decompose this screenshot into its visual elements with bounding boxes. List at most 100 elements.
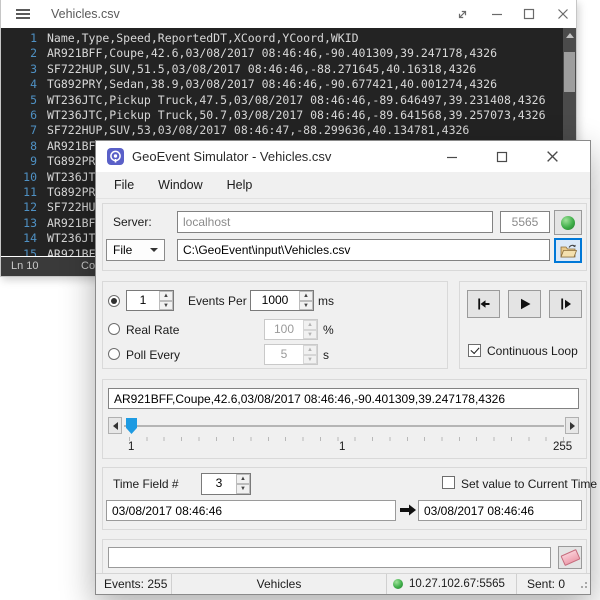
menu-file[interactable]: File [102,174,146,196]
spin-down-icon: ▼ [303,330,317,340]
events-count-value: 1 [127,291,159,310]
simulator-titlebar: GeoEvent Simulator - Vehicles.csv [96,141,590,172]
sent-count-status: Sent: 0 [516,574,578,594]
set-current-time-label: Set value to Current Time [461,477,597,491]
spinner-buttons: ▲▼ [236,474,250,494]
time-to-field[interactable]: 03/08/2017 08:46:46 [418,500,582,521]
spinner-buttons: ▲▼ [303,320,317,339]
menu-window[interactable]: Window [146,174,214,196]
poll-value: 5 [265,345,303,364]
menu-help[interactable]: Help [215,174,265,196]
continuous-loop-checkbox[interactable] [468,344,481,357]
close-icon[interactable] [536,141,568,172]
seconds-unit-label: s [323,348,329,362]
real-rate-value: 100 [265,320,303,339]
interval-spinner[interactable]: 1000 ▲▼ [250,290,314,311]
rate-group: 1 ▲▼ Events Per 1000 ▲▼ ms Real Rate 100… [102,281,448,369]
time-field-group: Time Field # 3 ▲▼ Set value to Current T… [102,467,587,530]
spin-up-icon[interactable]: ▲ [299,291,313,301]
minimize-icon[interactable] [484,0,510,28]
preview-group: AR921BFF,Coupe,42.6,03/08/2017 08:46:46,… [102,379,587,459]
percent-unit-label: % [323,323,334,337]
spinner-buttons: ▲▼ [159,291,173,310]
play-icon [517,296,533,312]
code-line: 3SF722HUP,SUV,51.5,03/08/2017 08:46:46,-… [1,62,576,77]
source-type-value: File [113,243,132,257]
maximize-icon[interactable] [516,0,542,28]
skip-to-start-icon [476,296,492,312]
playback-group: Continuous Loop [459,281,587,369]
time-field-spinner[interactable]: 3 ▲▼ [201,473,251,495]
scrollbar-thumb[interactable] [564,52,575,92]
arrow-right-icon [400,504,416,516]
server-host-input[interactable]: localhost [177,211,493,233]
play-button[interactable] [508,290,541,318]
poll-every-label: Poll Every [126,348,180,362]
poll-every-radio[interactable] [108,348,120,360]
endpoint-status: 10.27.102.67:5565 [386,574,516,594]
spinner-buttons: ▲▼ [303,345,317,364]
resize-grip[interactable] [578,579,588,589]
time-field-label: Time Field # [113,477,179,491]
spin-up-icon: ▲ [303,320,317,330]
source-type-dropdown[interactable]: File [106,239,165,261]
events-per-label: Events Per [188,294,247,308]
connection-status-icon [561,216,575,230]
spin-down-icon[interactable]: ▼ [236,484,250,494]
endpoint-address: 10.27.102.67:5565 [409,578,505,590]
code-line: 1Name,Type,Speed,ReportedDT,XCoord,YCoor… [1,31,576,46]
slider-max-label: 255 [553,441,572,453]
continuous-loop-label: Continuous Loop [487,344,578,358]
real-rate-radio[interactable] [108,323,120,335]
expand-window-icon[interactable] [449,0,475,28]
spin-up-icon[interactable]: ▲ [159,291,173,301]
menu-bar: File Window Help [96,172,590,199]
file-path-input[interactable]: C:\GeoEvent\input\Vehicles.csv [177,239,550,261]
hamburger-menu-icon[interactable] [16,9,30,19]
rewind-to-start-button[interactable] [467,290,500,318]
spin-down-icon[interactable]: ▼ [159,301,173,311]
slider-ticks [129,437,565,441]
step-forward-icon [558,296,574,312]
minimize-icon[interactable] [436,141,468,172]
time-field-number: 3 [202,474,236,494]
editor-titlebar: Vehicles.csv [1,0,576,28]
close-icon[interactable] [550,0,576,28]
ms-unit-label: ms [318,294,334,308]
open-folder-icon [560,244,577,258]
arrow-left-icon [113,422,118,430]
arrow-right-icon [570,422,575,430]
code-line: 7SF722HUP,SUV,53,03/08/2017 08:46:47,-88… [1,123,576,138]
connect-button[interactable] [554,210,582,235]
events-count-status: Events: 255 [96,574,171,594]
maximize-icon[interactable] [486,141,518,172]
event-slider-track[interactable] [124,425,564,427]
line-indicator: Ln 10 [11,260,39,272]
current-event-field[interactable]: AR921BFF,Coupe,42.6,03/08/2017 08:46:46,… [108,388,579,409]
time-from-field[interactable]: 03/08/2017 08:46:46 [106,500,396,521]
slider-right-button[interactable] [565,417,579,434]
clear-button[interactable] [558,546,582,569]
spin-down-icon[interactable]: ▼ [299,301,313,311]
spin-up-icon: ▲ [303,345,317,355]
server-group: Server: localhost 5565 File C:\GeoEvent\… [102,203,587,271]
spin-up-icon[interactable]: ▲ [236,474,250,484]
scrollbar-up-icon[interactable] [566,33,574,38]
browse-file-button[interactable] [554,238,582,263]
geoevent-app-icon [107,148,124,165]
events-per-radio[interactable] [108,295,120,307]
spinner-buttons: ▲▼ [299,291,313,310]
server-port-input[interactable]: 5565 [500,211,550,233]
slider-left-button[interactable] [108,417,122,434]
slider-position-label: 1 [339,441,345,453]
simulator-window-title: GeoEvent Simulator - Vehicles.csv [132,149,331,164]
step-one-event-button[interactable] [549,290,582,318]
connected-status-icon [393,579,403,589]
set-current-time-checkbox[interactable] [442,476,455,489]
event-slider-thumb[interactable] [126,418,137,434]
events-count-spinner[interactable]: 1 ▲▼ [126,290,174,311]
simulator-statusbar: Events: 255 Vehicles 10.27.102.67:5565 S… [96,573,590,594]
progress-group [102,539,587,577]
eraser-icon [560,549,580,566]
code-line: 5WT236JTC,Pickup Truck,47.5,03/08/2017 0… [1,93,576,108]
